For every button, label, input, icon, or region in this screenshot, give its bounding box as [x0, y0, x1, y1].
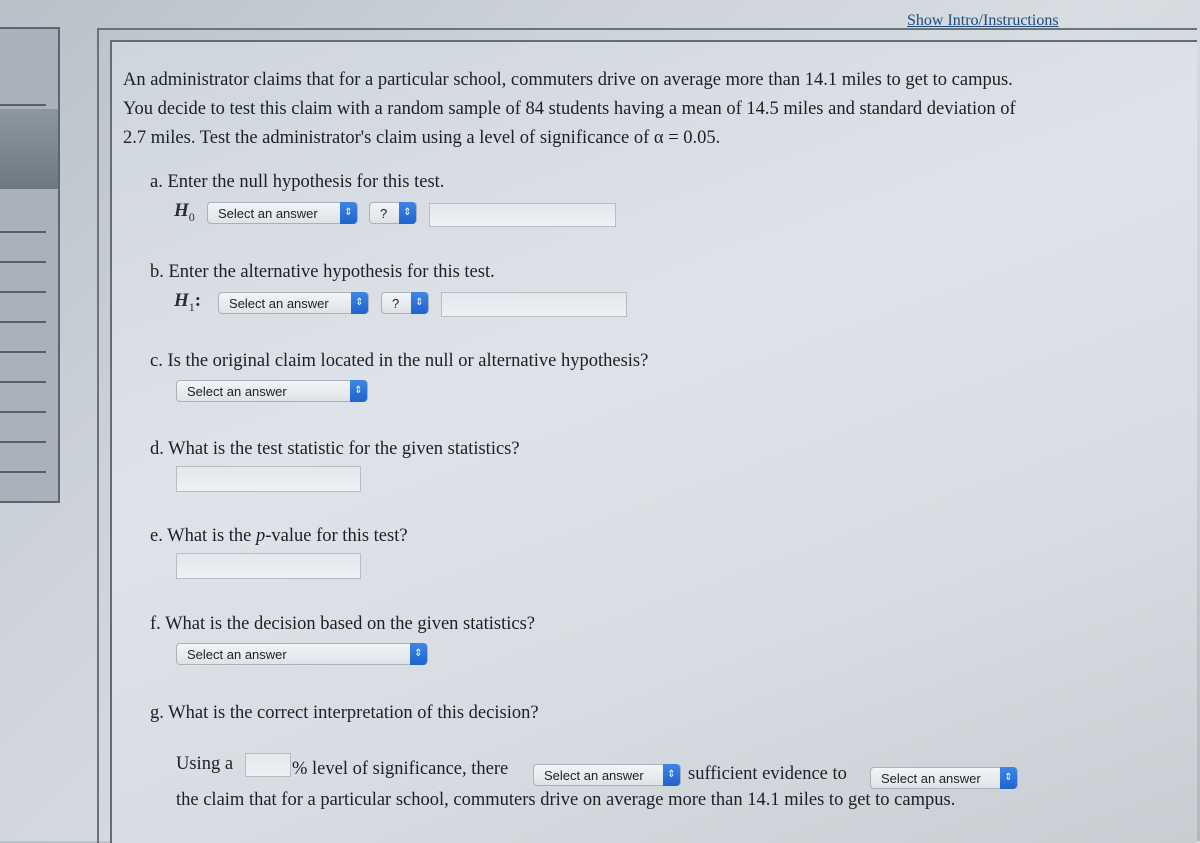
significance-percent-input[interactable] — [245, 753, 291, 777]
h1-letter: H — [174, 290, 189, 311]
evidence-select-value: Select an answer — [544, 768, 644, 783]
question-d-label: d. What is the test statistic for the gi… — [150, 439, 520, 459]
h0-parameter-select[interactable]: Select an answer ⇕ — [207, 202, 358, 224]
h1-operator-select[interactable]: ? ⇕ — [381, 292, 429, 314]
sidebar-item[interactable] — [0, 411, 46, 413]
h1-parameter-select[interactable]: Select an answer ⇕ — [218, 292, 369, 314]
select-arrows-icon: ⇕ — [350, 380, 367, 402]
select-arrows-icon: ⇕ — [663, 764, 680, 786]
sidebar — [0, 27, 60, 503]
claim-location-select-value: Select an answer — [187, 384, 287, 399]
show-intro-instructions-link[interactable]: Show Intro/Instructions — [907, 12, 1059, 30]
h0-symbol: H0 — [174, 200, 195, 225]
h1-colon: : — [194, 290, 202, 311]
sidebar-item-active[interactable] — [0, 109, 58, 189]
question-e-label: e. What is the p-value for this test? — [150, 526, 408, 547]
h1-value-input[interactable] — [441, 292, 627, 317]
decision-select[interactable]: Select an answer ⇕ — [176, 643, 428, 665]
sidebar-item[interactable] — [0, 351, 46, 353]
h0-subscript: 0 — [188, 209, 195, 224]
question-g-label: g. What is the correct interpretation of… — [150, 703, 539, 723]
question-c-label: c. Is the original claim located in the … — [150, 351, 649, 371]
problem-statement: An administrator claims that for a parti… — [123, 70, 1016, 148]
support-reject-select[interactable]: Select an answer ⇕ — [870, 767, 1018, 789]
support-reject-select-value: Select an answer — [881, 771, 981, 786]
test-statistic-input[interactable] — [176, 466, 361, 492]
evidence-select[interactable]: Select an answer ⇕ — [533, 764, 681, 786]
sidebar-item[interactable] — [0, 441, 46, 443]
h1-symbol: H1: — [174, 290, 201, 315]
decision-select-value: Select an answer — [187, 647, 287, 662]
h0-letter: H — [174, 200, 189, 221]
select-arrows-icon: ⇕ — [351, 292, 368, 314]
h0-operator-select-value: ? — [380, 206, 388, 221]
interpretation-text-sufficient: sufficient evidence to — [688, 764, 847, 784]
sidebar-item[interactable] — [0, 381, 46, 383]
sidebar-item[interactable] — [0, 321, 46, 323]
sidebar-item[interactable] — [0, 291, 46, 293]
sidebar-divider — [0, 104, 46, 106]
select-arrows-icon: ⇕ — [411, 292, 428, 314]
question-a-label: a. Enter the null hypothesis for this te… — [150, 172, 445, 192]
h1-parameter-select-value: Select an answer — [229, 296, 329, 311]
question-b-label: b. Enter the alternative hypothesis for … — [150, 262, 495, 282]
question-e-label-pre: e. What is the — [150, 526, 257, 546]
sidebar-item[interactable] — [0, 231, 46, 233]
h0-operator-select[interactable]: ? ⇕ — [369, 202, 417, 224]
question-e-label-post: -value for this test? — [265, 526, 408, 546]
h0-parameter-select-value: Select an answer — [218, 206, 318, 221]
select-arrows-icon: ⇕ — [1000, 767, 1017, 789]
sidebar-item[interactable] — [0, 471, 46, 473]
select-arrows-icon: ⇕ — [399, 202, 416, 224]
interpretation-text-level: % level of significance, there — [292, 759, 509, 779]
p-value-input[interactable] — [176, 553, 361, 579]
select-arrows-icon: ⇕ — [410, 643, 427, 665]
claim-location-select[interactable]: Select an answer ⇕ — [176, 380, 368, 402]
interpretation-text-claim: the claim that for a particular school, … — [176, 790, 956, 810]
question-f-label: f. What is the decision based on the giv… — [150, 614, 535, 634]
interpretation-text-using: Using a — [176, 754, 234, 774]
h1-operator-select-value: ? — [392, 296, 400, 311]
sidebar-item[interactable] — [0, 261, 46, 263]
question-e-label-p: p — [256, 526, 266, 546]
select-arrows-icon: ⇕ — [340, 202, 357, 224]
h0-value-input[interactable] — [429, 203, 616, 227]
